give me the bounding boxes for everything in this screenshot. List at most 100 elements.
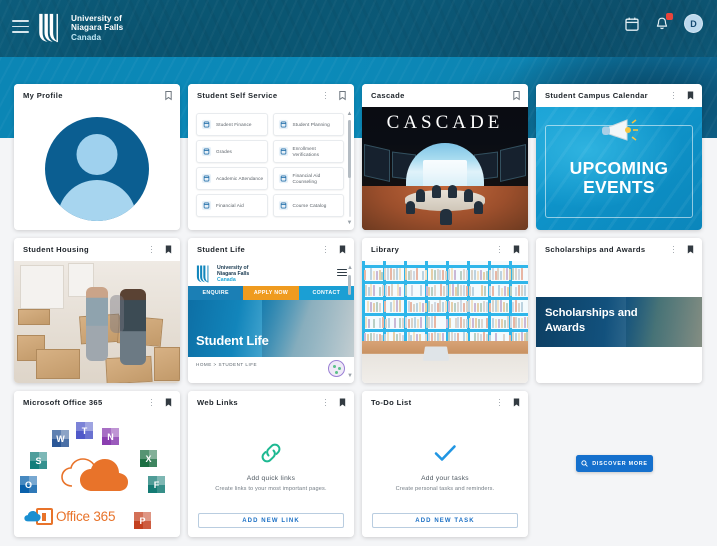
aid-counseling-icon xyxy=(278,173,289,184)
cookie-icon[interactable] xyxy=(328,360,345,377)
card-menu-icon[interactable] xyxy=(147,244,156,255)
card-menu-icon[interactable] xyxy=(669,244,678,255)
card-student-life[interactable]: Student Life University of Niagara Falls… xyxy=(188,238,354,383)
card-header: To-Do List xyxy=(362,391,528,414)
megaphone-icon xyxy=(597,115,641,147)
self-service-item[interactable]: Enrollment Verifications xyxy=(273,140,345,163)
card-student-campus-calendar[interactable]: Student Campus Calendar UPCOMING EVENTS xyxy=(536,84,702,230)
student-life-embedded-site[interactable]: University of Niagara Falls Canada ENQUI… xyxy=(188,261,354,383)
bookmark-filled-icon[interactable] xyxy=(512,244,521,255)
office-app-icon-onedrive[interactable] xyxy=(24,510,41,527)
card-library[interactable]: Library xyxy=(362,238,528,383)
empty-state-subtitle: Create links to your most important page… xyxy=(215,486,326,492)
bookmark-filled-icon[interactable] xyxy=(686,244,695,255)
card-scholarships-and-awards[interactable]: Scholarships and Awards Scholarships and… xyxy=(536,238,702,383)
scroll-up-icon[interactable]: ▲ xyxy=(347,111,353,117)
self-service-item-label: Student Finance xyxy=(216,122,252,128)
site-logo-line-1: University of xyxy=(217,265,249,271)
site-scrollbar[interactable]: ▲ ▼ xyxy=(347,265,352,379)
card-header-icons xyxy=(321,397,347,408)
bookmark-filled-icon[interactable] xyxy=(338,244,347,255)
office-app-icon-powerpoint[interactable]: P xyxy=(134,512,151,529)
card-to-do-list[interactable]: To-Do List Add your tasks Create persona… xyxy=(362,391,528,537)
bookmark-filled-icon[interactable] xyxy=(686,90,695,101)
add-new-task-button[interactable]: ADD NEW TASK xyxy=(372,513,518,528)
card-menu-icon[interactable] xyxy=(147,397,156,408)
self-service-item[interactable]: Grades xyxy=(196,140,268,163)
bookmark-outline-icon[interactable] xyxy=(338,90,347,101)
self-service-item-label: Course Catalog xyxy=(293,203,327,209)
office-app-icon-onenote[interactable]: N xyxy=(102,428,119,445)
card-title: Student Self Service xyxy=(197,91,321,100)
card-cascade[interactable]: Cascade CASCADE xyxy=(362,84,528,230)
card-menu-icon[interactable] xyxy=(321,90,330,101)
site-header: University of Niagara Falls Canada xyxy=(188,261,354,286)
card-menu-icon[interactable] xyxy=(321,244,330,255)
card-student-housing[interactable]: Student Housing xyxy=(14,238,180,383)
calendar-icon[interactable] xyxy=(624,16,640,32)
bookmark-filled-icon[interactable] xyxy=(512,397,521,408)
bookmark-outline-icon[interactable] xyxy=(164,90,173,101)
site-nav-button-apply-now[interactable]: APPLY NOW xyxy=(243,286,298,300)
scroll-up-icon[interactable]: ▲ xyxy=(347,265,352,271)
calendar-banner-text: UPCOMING EVENTS xyxy=(536,159,702,196)
discover-more-label: DISCOVER MORE xyxy=(592,461,648,467)
office-app-icon-outlook[interactable]: O xyxy=(20,476,37,493)
avatar[interactable]: D xyxy=(684,14,703,33)
site-hamburger-icon[interactable] xyxy=(337,269,347,279)
self-service-item-label: Student Planning xyxy=(293,122,330,128)
office-app-icon-teams[interactable]: T xyxy=(76,422,93,439)
bookmark-filled-icon[interactable] xyxy=(164,244,173,255)
site-nav-button-enquire[interactable]: ENQUIRE xyxy=(188,286,243,300)
bookmark-filled-icon[interactable] xyxy=(164,397,173,408)
self-service-item[interactable]: Academic Attendance xyxy=(196,167,268,190)
calendar-banner: UPCOMING EVENTS xyxy=(536,107,702,230)
cloud-icon xyxy=(58,452,130,492)
cascade-image: CASCADE xyxy=(362,107,528,230)
self-service-item-label: Financial Aid Counseling xyxy=(293,173,341,184)
card-header-icons xyxy=(147,244,173,255)
self-service-item[interactable]: Student Finance xyxy=(196,113,268,136)
finance-icon xyxy=(201,119,212,130)
bell-icon[interactable] xyxy=(654,16,670,32)
hamburger-icon[interactable] xyxy=(12,20,29,34)
card-menu-icon[interactable] xyxy=(495,244,504,255)
card-title: Library xyxy=(371,245,495,254)
library-photo xyxy=(362,261,528,383)
self-service-item[interactable]: Student Planning xyxy=(273,113,345,136)
site-hero: Student Life xyxy=(188,300,354,357)
web-links-empty-state: Add quick links Create links to your mos… xyxy=(188,414,354,537)
top-header-bar: University of Niagara Falls Canada D xyxy=(0,0,717,57)
office-app-icon-forms[interactable]: F xyxy=(148,476,165,493)
bookmark-filled-icon[interactable] xyxy=(338,397,347,408)
site-hero-title: Student Life xyxy=(196,333,269,348)
site-nav-buttons: ENQUIRE APPLY NOW CONTACT xyxy=(188,286,354,300)
todo-empty-state: Add your tasks Create personal tasks and… xyxy=(362,414,528,537)
university-logo[interactable]: University of Niagara Falls Canada xyxy=(36,12,123,44)
scroll-down-icon[interactable]: ▼ xyxy=(347,220,353,226)
logo-wordmark: University of Niagara Falls Canada xyxy=(71,14,123,42)
office-app-icon-word[interactable]: W xyxy=(52,430,69,447)
banner-line-1: Scholarships and xyxy=(545,307,638,319)
self-service-item[interactable]: Financial Aid xyxy=(196,194,268,217)
card-menu-icon[interactable] xyxy=(321,397,330,408)
self-service-scrollbar[interactable]: ▲ ▼ xyxy=(347,111,352,226)
scroll-down-icon[interactable]: ▼ xyxy=(347,373,353,379)
scholarships-banner-text: Scholarships and Awards xyxy=(545,306,638,336)
card-microsoft-office-365[interactable]: Microsoft Office 365 Office 365 W T N S … xyxy=(14,391,180,537)
empty-state-subtitle: Create personal tasks and reminders. xyxy=(396,486,495,492)
office-app-icon-sharepoint[interactable]: S xyxy=(30,452,47,469)
add-new-link-button[interactable]: ADD NEW LINK xyxy=(198,513,344,528)
card-menu-icon[interactable] xyxy=(669,90,678,101)
bookmark-outline-icon[interactable] xyxy=(512,90,521,101)
discover-more-button[interactable]: DISCOVER MORE xyxy=(576,455,653,472)
card-my-profile[interactable]: My Profile xyxy=(14,84,180,230)
card-student-self-service[interactable]: Student Self Service Student Finance Stud… xyxy=(188,84,354,230)
self-service-item[interactable]: Financial Aid Counseling xyxy=(273,167,345,190)
office-app-icon-excel[interactable]: X xyxy=(140,450,157,467)
site-nav-button-contact[interactable]: CONTACT xyxy=(299,286,354,300)
card-web-links[interactable]: Web Links Add quick links Create links t… xyxy=(188,391,354,537)
card-menu-icon[interactable] xyxy=(495,397,504,408)
office365-logo: Office 365 xyxy=(36,508,115,525)
self-service-item[interactable]: Course Catalog xyxy=(273,194,345,217)
